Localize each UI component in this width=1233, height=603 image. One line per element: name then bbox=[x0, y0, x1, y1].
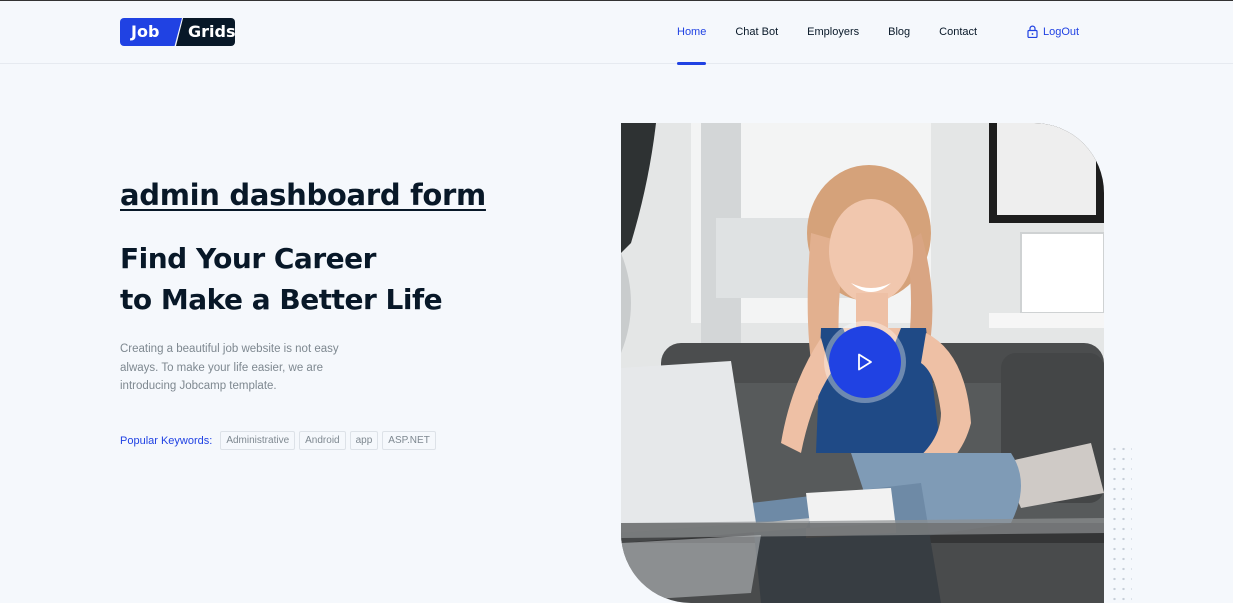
hero-title-line-1: Find Your Career bbox=[120, 242, 376, 275]
popular-keywords: Popular Keywords: Administrative Android… bbox=[120, 431, 440, 450]
logout-link[interactable]: LogOut bbox=[1027, 25, 1079, 38]
nav-blog[interactable]: Blog bbox=[888, 1, 910, 64]
hero-title: Find Your Career to Make a Better Life bbox=[120, 238, 443, 320]
logo-grids: Grids bbox=[176, 18, 235, 46]
play-video-button[interactable] bbox=[824, 321, 906, 403]
keyword-tag-app[interactable]: app bbox=[349, 431, 379, 450]
keywords-label: Popular Keywords: bbox=[120, 434, 213, 447]
logo-job: Job bbox=[120, 18, 182, 46]
nav-employers[interactable]: Employers bbox=[807, 1, 859, 64]
keyword-tag-android[interactable]: Android bbox=[299, 431, 346, 450]
hero-description: Creating a beautiful job website is not … bbox=[120, 343, 339, 392]
lock-icon bbox=[1027, 25, 1038, 38]
keyword-tag-aspnet[interactable]: ASP.NET bbox=[382, 431, 436, 450]
nav-chat-bot[interactable]: Chat Bot bbox=[735, 1, 778, 64]
logout-label: LogOut bbox=[1043, 25, 1080, 38]
site-logo[interactable]: Job Grids bbox=[120, 18, 235, 46]
keyword-tag-administrative[interactable]: Administrative bbox=[220, 431, 296, 450]
admin-dashboard-link[interactable]: admin dashboard form bbox=[120, 178, 486, 212]
play-icon bbox=[858, 353, 872, 371]
decorative-dots bbox=[1110, 444, 1132, 603]
nav-home[interactable]: Home bbox=[677, 1, 707, 65]
nav-contact[interactable]: Contact bbox=[939, 1, 977, 64]
hero-title-line-2: to Make a Better Life bbox=[120, 283, 443, 316]
site-header: Job Grids Home Chat Bot Employers Blog C… bbox=[0, 1, 1233, 65]
main-nav: Home Chat Bot Employers Blog Contact bbox=[677, 1, 1006, 65]
play-button-circle bbox=[829, 326, 901, 398]
